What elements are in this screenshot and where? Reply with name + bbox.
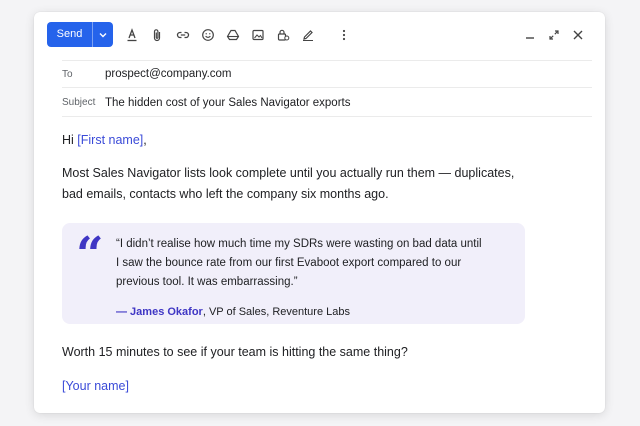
to-field-row: To prospect@company.com	[62, 60, 592, 88]
emoji-icon[interactable]	[199, 26, 217, 44]
minimize-icon[interactable]	[522, 27, 538, 43]
testimonial-text: “I didn’t realise how much time my SDRs …	[116, 235, 516, 292]
call-to-action: Worth 15 minutes to see if your team is …	[62, 345, 408, 359]
send-button[interactable]: Send	[47, 22, 92, 47]
quotation-mark-icon: “	[76, 227, 104, 283]
compose-window: Send To prospect@company.com Subject The…	[34, 12, 605, 413]
link-icon[interactable]	[174, 26, 192, 44]
intro-line-1: Most Sales Navigator lists look complete…	[62, 166, 515, 180]
more-options-icon[interactable]	[335, 26, 353, 44]
confidential-lock-icon[interactable]	[274, 26, 292, 44]
image-icon[interactable]	[249, 26, 267, 44]
intro-paragraph: Most Sales Navigator lists look complete…	[62, 163, 514, 205]
to-input[interactable]: prospect@company.com	[105, 68, 232, 80]
quote-role: , VP of Sales, Reventure Labs	[202, 306, 350, 318]
to-label: To	[62, 68, 73, 80]
quote-line-3: previous tool. It was embarrassing.”	[116, 276, 298, 288]
greeting-suffix: ,	[143, 133, 147, 147]
attach-icon[interactable]	[148, 26, 166, 44]
signature-placeholder: [Your name]	[62, 379, 129, 393]
subject-label: Subject	[62, 97, 96, 108]
text-format-icon[interactable]	[123, 26, 141, 44]
schedule-send-dropdown[interactable]	[93, 22, 113, 47]
subject-field-row: Subject The hidden cost of your Sales Na…	[62, 89, 592, 117]
greeting-line: Hi [First name],	[62, 130, 147, 151]
testimonial-attribution: — James Okafor, VP of Sales, Reventure L…	[116, 306, 350, 318]
chevron-down-icon	[99, 32, 107, 37]
compose-toolbar: Send	[34, 12, 605, 58]
quote-line-2: I saw the bounce rate from our first Eva…	[116, 257, 462, 269]
testimonial-quote-block: “ “I didn’t realise how much time my SDR…	[62, 223, 525, 324]
close-icon[interactable]	[570, 27, 586, 43]
intro-line-2: bad emails, contacts who left the compan…	[62, 187, 389, 201]
quote-author: — James Okafor	[116, 306, 203, 318]
quote-line-1: “I didn’t realise how much time my SDRs …	[116, 238, 482, 250]
subject-input[interactable]: The hidden cost of your Sales Navigator …	[105, 97, 350, 109]
signature-pen-icon[interactable]	[299, 26, 317, 44]
send-button-group: Send	[47, 22, 113, 47]
expand-icon[interactable]	[546, 27, 562, 43]
first-name-placeholder: [First name]	[77, 133, 144, 147]
drive-icon[interactable]	[224, 26, 242, 44]
greeting-prefix: Hi	[62, 133, 78, 147]
